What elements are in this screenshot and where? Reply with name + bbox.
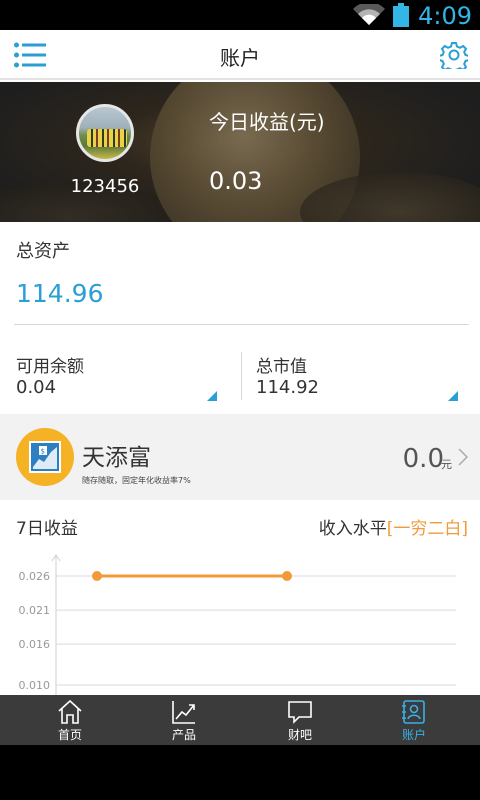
income-level-label: 收入水平: [318, 519, 387, 539]
corner-arrow-icon: [207, 391, 217, 401]
page-title: 账户: [220, 46, 260, 70]
status-time: 4:09: [418, 2, 472, 30]
home-icon: [58, 699, 82, 724]
tab-products[interactable]: 产品: [124, 695, 244, 745]
chart-tick-label: 0.010: [19, 679, 51, 692]
avatar[interactable]: [76, 104, 134, 162]
income-level: 收入水平[一穷二白]: [319, 514, 468, 539]
gear-icon[interactable]: [440, 41, 468, 69]
vertical-divider: [241, 352, 242, 400]
username: 123456: [70, 176, 140, 197]
income-level-value: [一穷二白]: [386, 519, 468, 539]
chart-tick-label: 0.026: [19, 570, 51, 583]
system-nav-area: [0, 745, 480, 800]
market-value-label[interactable]: 总市值: [256, 352, 307, 377]
product-amount-unit: 元: [441, 458, 452, 471]
earnings-chart: 0.026 0.021 0.016 0.010: [19, 554, 456, 695]
tab-label: 账户: [401, 728, 426, 742]
status-bar: 4:09: [0, 0, 480, 30]
tab-label: 财吧: [287, 728, 312, 742]
svg-text:$: $: [41, 448, 45, 456]
tab-label: 产品: [171, 728, 196, 742]
chart-point[interactable]: [282, 571, 292, 581]
today-earnings-value: 0.03: [209, 167, 263, 195]
tab-label: 首页: [57, 728, 82, 742]
profile-banner: [0, 82, 480, 222]
chat-icon: [288, 701, 312, 724]
chart-point[interactable]: [92, 571, 102, 581]
chart-tick-label: 0.016: [19, 638, 51, 651]
today-earnings-label: 今日收益(元): [209, 110, 325, 134]
top-bar: 账户: [0, 30, 480, 80]
wifi-icon: [353, 4, 385, 25]
total-assets-label: 总资产: [16, 241, 70, 262]
product-name: 天添富: [82, 445, 151, 471]
product-description: 随存随取，固定年化收益率7%: [82, 476, 191, 485]
trend-icon: [172, 701, 195, 724]
seven-day-earnings-title: 7日收益: [16, 519, 78, 539]
tab-forum[interactable]: 财吧: [240, 695, 360, 745]
available-balance-label[interactable]: 可用余额: [16, 352, 84, 377]
product-logo-icon: $: [16, 428, 74, 486]
product-card[interactable]: $ 天添富 随存随取，固定年化收益率7% 0.0 元: [0, 414, 480, 500]
tab-home[interactable]: 首页: [10, 695, 130, 745]
battery-icon: [393, 3, 409, 27]
chevron-right-icon: [458, 448, 468, 466]
account-screen: 4:09 账户 123456 今日收益(元) 0.03 总资产 114.96 可…: [0, 0, 480, 800]
total-assets-value: 114.96: [16, 279, 104, 308]
market-value-value[interactable]: 114.92: [256, 377, 319, 398]
corner-arrow-icon: [448, 391, 458, 401]
product-amount: 0.0: [402, 444, 444, 474]
bottom-tab-bar: 首页 产品 财吧 账户: [0, 695, 480, 745]
chart-tick-label: 0.021: [19, 604, 51, 617]
tab-account[interactable]: 账户: [354, 695, 474, 745]
available-balance-value[interactable]: 0.04: [16, 377, 56, 398]
divider: [14, 324, 469, 325]
account-icon: [402, 700, 425, 724]
